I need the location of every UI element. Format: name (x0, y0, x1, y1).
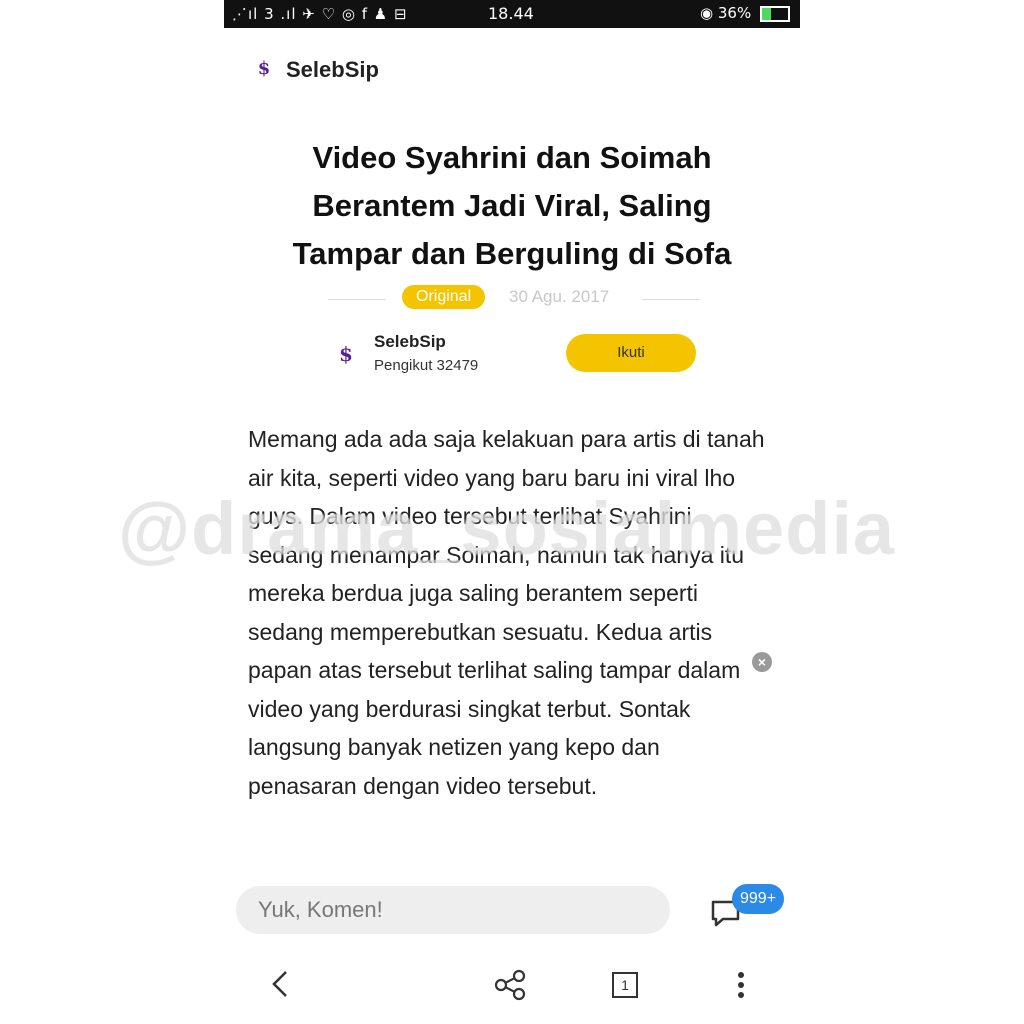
close-icon[interactable]: × (752, 652, 772, 672)
bottom-navbar: 1 (224, 960, 800, 1012)
article-date: 30 Agu. 2017 (509, 287, 610, 306)
battery-icon (760, 5, 790, 22)
eye-icon: ◉ (700, 4, 714, 22)
article-meta: Original 30 Agu. 2017 (324, 284, 704, 310)
status-right: ◉ 36% (700, 4, 790, 22)
author-row: $ SelebSip Pengikut 32479 Ikuti (334, 330, 704, 378)
comment-count-badge[interactable]: 999+ (732, 884, 785, 914)
status-icons: ⋰ıl 3 .ıl ✈ ♡ ◎ f ♟ ⊟ (232, 5, 408, 23)
share-icon[interactable] (492, 968, 528, 1002)
original-badge: Original (402, 285, 486, 309)
tabs-icon[interactable]: 1 (612, 972, 638, 998)
back-icon[interactable] (268, 966, 292, 1002)
divider (328, 299, 386, 300)
author-avatar-icon[interactable]: $ (334, 342, 358, 366)
battery-percent: 36% (717, 4, 752, 22)
status-time: 18.44 (488, 4, 534, 23)
site-name: SelebSip (286, 57, 379, 82)
author-followers: Pengikut 32479 (374, 357, 479, 374)
article-paragraph: Memang ada ada saja kelakuan para artis … (248, 426, 765, 799)
follow-button[interactable]: Ikuti (566, 334, 696, 372)
selebsip-logo-icon: $ (257, 58, 271, 79)
article-body: Memang ada ada saja kelakuan para artis … (248, 420, 768, 805)
article-title: Video Syahrini dan Soimah Berantem Jadi … (292, 140, 732, 271)
author-name[interactable]: SelebSip (374, 332, 446, 352)
phone-screen: ⋰ıl 3 .ıl ✈ ♡ ◎ f ♟ ⊟ 18.44 ◉ 36% $ Sele… (224, 0, 800, 1024)
more-vertical-icon[interactable] (734, 968, 748, 1002)
comment-input[interactable]: Yuk, Komen! (236, 886, 670, 934)
divider (642, 299, 700, 300)
status-bar: ⋰ıl 3 .ıl ✈ ♡ ◎ f ♟ ⊟ 18.44 ◉ 36% (224, 0, 800, 28)
